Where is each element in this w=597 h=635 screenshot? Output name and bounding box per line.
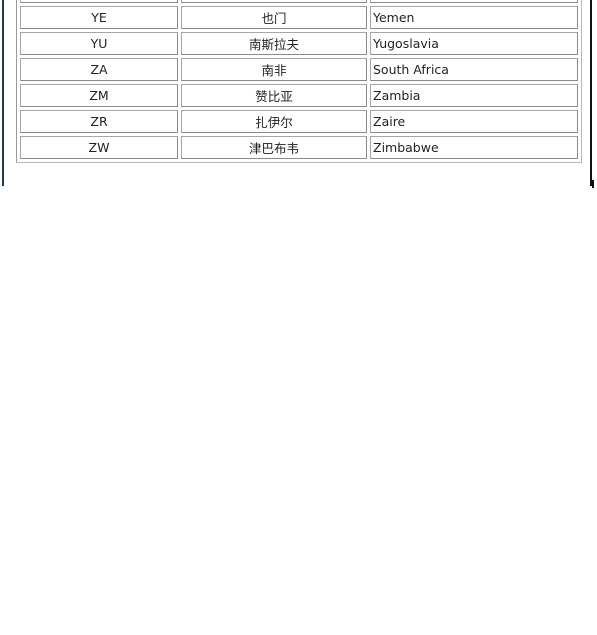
table-row: ZM 赞比亚 Zambia xyxy=(20,84,578,107)
english-name-cell: Yemen xyxy=(370,6,578,29)
chinese-name-cell: 扎伊尔 xyxy=(181,110,367,133)
english-name-cell: Zambia xyxy=(370,84,578,107)
table-row: ZR 扎伊尔 Zaire xyxy=(20,110,578,133)
chinese-name-cell: 也门 xyxy=(181,6,367,29)
country-code-table: YE 也门 Yemen YU 南斯拉夫 Yugoslavia ZA 南非 Sou… xyxy=(16,0,582,163)
english-name-cell: Zimbabwe xyxy=(370,136,578,159)
country-code-cell: ZR xyxy=(20,110,178,133)
table-row: YE 也门 Yemen xyxy=(20,6,578,29)
english-name-cell: South Africa xyxy=(370,58,578,81)
english-name-cell: Zaire xyxy=(370,110,578,133)
country-code-cell: ZW xyxy=(20,136,178,159)
table-row: ZA 南非 South Africa xyxy=(20,58,578,81)
english-name-cell xyxy=(370,0,578,3)
english-name-cell: Yugoslavia xyxy=(370,32,578,55)
country-code-cell: YE xyxy=(20,6,178,29)
country-code-cell: ZA xyxy=(20,58,178,81)
chinese-name-cell: 赞比亚 xyxy=(181,84,367,107)
country-code-table-container: YE 也门 Yemen YU 南斯拉夫 Yugoslavia ZA 南非 Sou… xyxy=(16,0,582,163)
table-row xyxy=(20,0,578,3)
chinese-name-cell xyxy=(181,0,367,3)
chinese-name-cell: 南斯拉夫 xyxy=(181,32,367,55)
table-row: ZW 津巴布韦 Zimbabwe xyxy=(20,136,578,159)
country-code-cell xyxy=(20,0,178,3)
chinese-name-cell: 南非 xyxy=(181,58,367,81)
country-code-cell: YU xyxy=(20,32,178,55)
table-row: YU 南斯拉夫 Yugoslavia xyxy=(20,32,578,55)
country-code-cell: ZM xyxy=(20,84,178,107)
chinese-name-cell: 津巴布韦 xyxy=(181,136,367,159)
frame-border-edge xyxy=(592,180,594,188)
